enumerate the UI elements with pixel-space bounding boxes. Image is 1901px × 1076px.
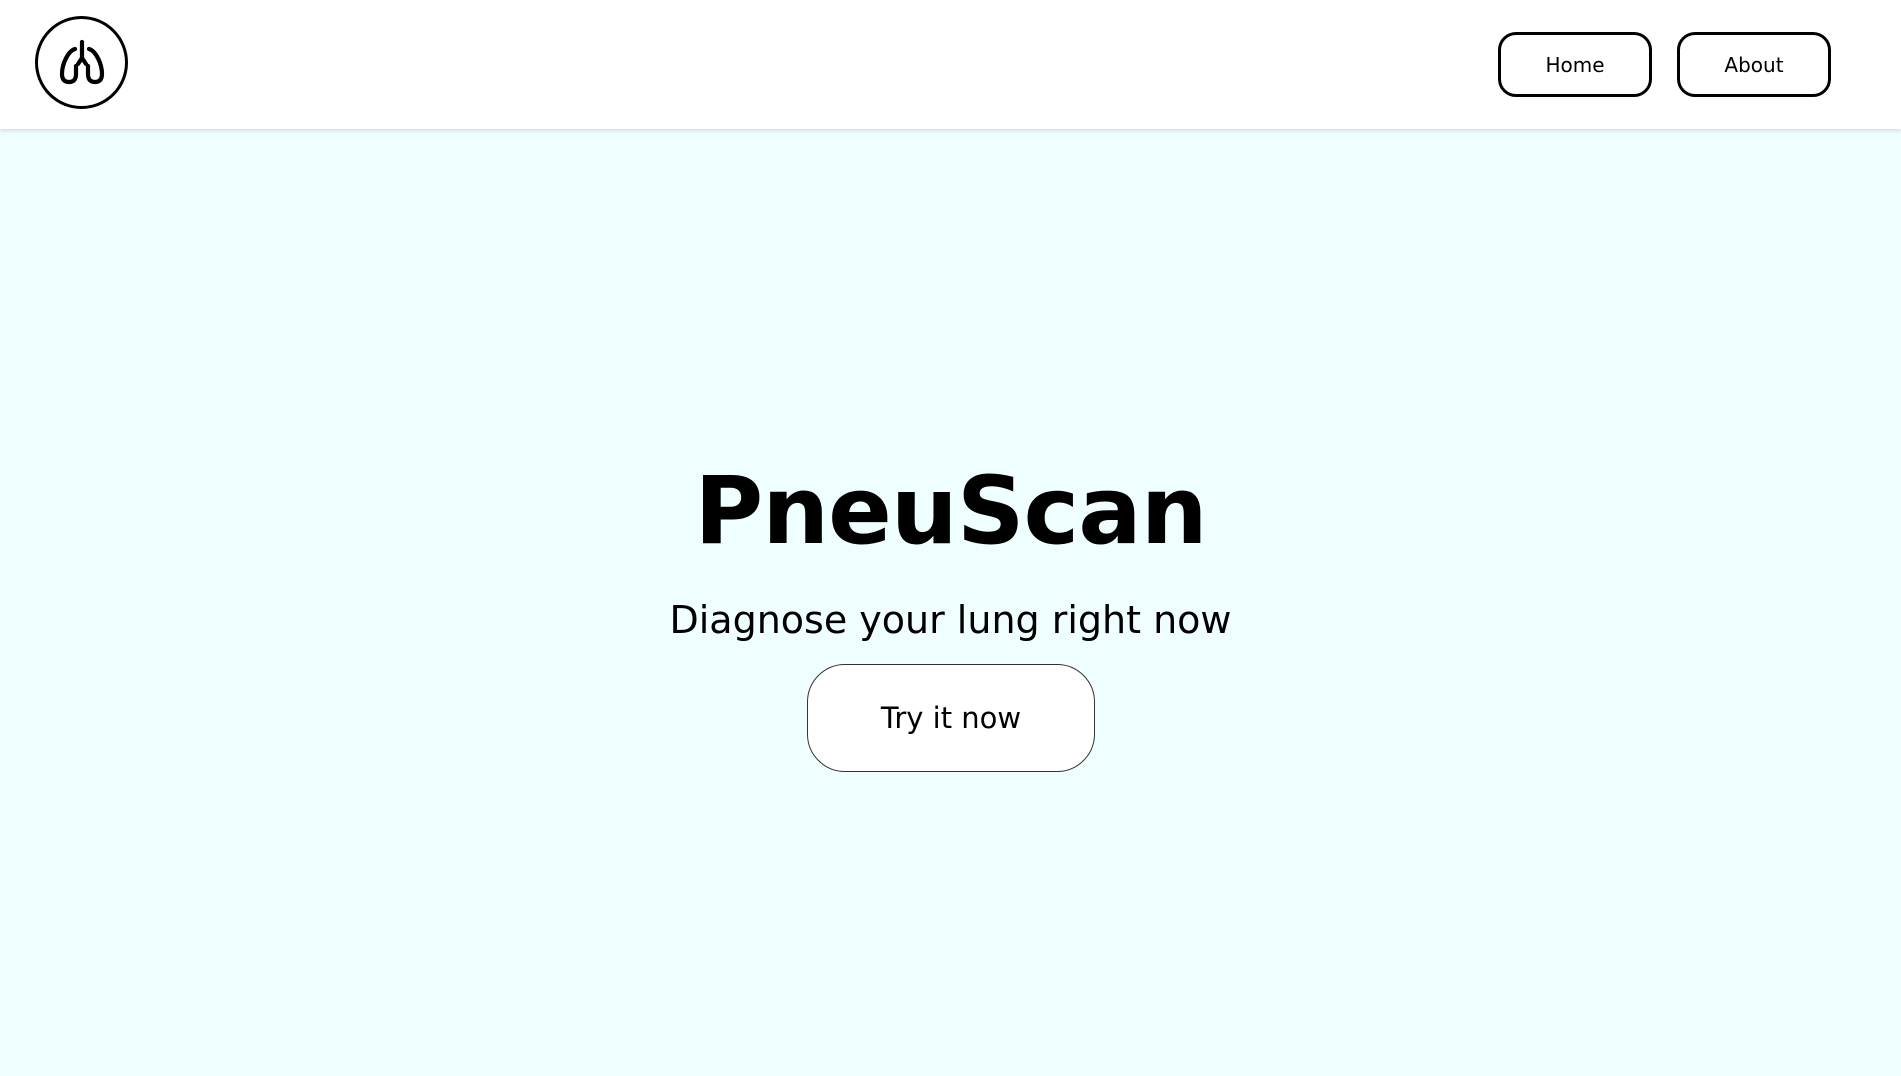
hero-title: PneuScan: [694, 457, 1207, 566]
hero-subtitle: Diagnose your lung right now: [669, 598, 1232, 642]
nav-home-button[interactable]: Home: [1498, 32, 1652, 97]
top-navbar: Home About: [0, 0, 1901, 129]
lungs-icon: [59, 39, 104, 84]
logo[interactable]: [35, 16, 128, 109]
nav-about-button[interactable]: About: [1677, 32, 1831, 97]
try-it-now-button[interactable]: Try it now: [807, 664, 1095, 772]
